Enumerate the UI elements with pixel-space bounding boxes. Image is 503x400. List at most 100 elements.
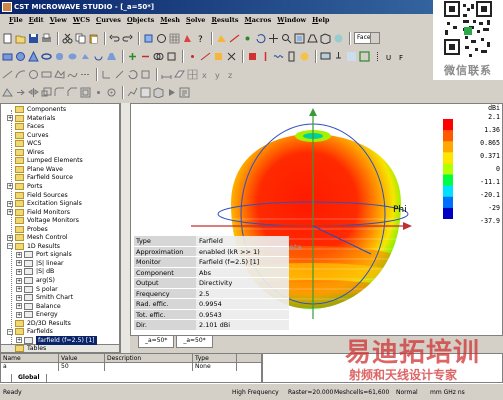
measure-icon[interactable] (161, 69, 172, 80)
clear-picks-icon[interactable] (226, 51, 237, 62)
curve-polygon-icon[interactable] (54, 69, 65, 80)
wcs-move-icon[interactable] (114, 69, 125, 80)
rotate-shape-icon[interactable] (93, 51, 104, 62)
solver-icon[interactable] (182, 33, 193, 44)
menu-objects[interactable]: Objects (124, 14, 157, 27)
save-icon[interactable] (28, 33, 39, 44)
pick-face-icon[interactable] (213, 51, 224, 62)
wireframe-icon[interactable] (320, 32, 331, 45)
shell-icon[interactable] (80, 87, 91, 98)
pick-mid-icon[interactable] (93, 87, 104, 98)
plot-properties-icon[interactable] (179, 87, 190, 98)
units-icon[interactable]: U (385, 51, 396, 62)
torus-icon[interactable] (41, 51, 52, 62)
param-description[interactable] (105, 363, 193, 371)
menu-wcs[interactable]: WCS (70, 14, 93, 27)
tree-vscrollbar[interactable] (120, 103, 130, 353)
expand-icon[interactable]: + (7, 234, 13, 241)
expand-icon[interactable]: + (16, 294, 22, 301)
expand-icon[interactable]: + (7, 183, 13, 190)
select-face-icon[interactable] (216, 33, 227, 44)
frequency-icon[interactable]: F (398, 51, 409, 62)
history-icon[interactable] (156, 33, 167, 44)
curve-arc-icon[interactable] (15, 69, 26, 80)
open-folder-icon[interactable] (15, 33, 26, 44)
expand-icon[interactable]: + (16, 277, 22, 284)
view-y-icon[interactable]: y (213, 69, 224, 80)
fit-view-icon[interactable] (294, 33, 305, 44)
local-mesh-icon[interactable] (187, 69, 198, 80)
menu-macros[interactable]: Macros (242, 14, 275, 27)
port-icon[interactable] (247, 51, 258, 62)
curve-trace-icon[interactable] (80, 69, 91, 80)
undo-icon[interactable] (109, 33, 120, 44)
lumped-element-icon[interactable] (286, 51, 297, 62)
expand-icon[interactable]: + (7, 209, 13, 216)
help-icon[interactable]: ? (195, 33, 206, 45)
redo-icon[interactable] (122, 33, 133, 44)
plane-wave-icon[interactable] (273, 51, 284, 62)
select-edge-icon[interactable] (229, 33, 240, 44)
boolean-insert-icon[interactable] (166, 51, 177, 62)
col-value[interactable]: Value (59, 354, 105, 362)
pick-edge-icon[interactable] (200, 51, 211, 62)
elliptic-cylinder-icon[interactable] (67, 51, 78, 62)
loft-icon[interactable] (106, 51, 117, 62)
expand-icon[interactable]: + (16, 251, 22, 258)
expand-icon[interactable]: + (16, 311, 22, 318)
wcs-align-icon[interactable] (101, 69, 112, 80)
boolean-subtract-icon[interactable] (140, 51, 151, 62)
boundary-icon[interactable] (359, 50, 370, 62)
menu-results[interactable]: Results (208, 14, 241, 27)
expand-icon[interactable]: + (16, 260, 22, 267)
wcs-toggle-icon[interactable] (140, 69, 151, 80)
plot-1d-icon[interactable] (127, 87, 138, 98)
curve-rect-icon[interactable] (41, 69, 52, 80)
pick-point-icon[interactable] (187, 51, 198, 62)
extrude-icon[interactable] (80, 51, 91, 62)
menu-solve[interactable]: Solve (183, 14, 208, 27)
menu-curves[interactable]: Curves (93, 14, 124, 27)
curve-line-icon[interactable] (2, 69, 13, 80)
tree-item[interactable]: Tables (7, 344, 46, 352)
animate-icon[interactable] (166, 87, 177, 98)
collapse-icon[interactable]: − (7, 328, 13, 335)
curve-circle-icon[interactable] (28, 69, 39, 80)
wcs-rotate-icon[interactable] (127, 69, 138, 80)
cutplane-icon[interactable] (174, 69, 185, 80)
expand-icon[interactable]: + (7, 115, 13, 122)
view-tab-1[interactable]: _a=50* (138, 336, 175, 348)
cylinder-icon[interactable] (54, 51, 65, 62)
chamfer-icon[interactable] (67, 87, 78, 98)
col-name[interactable]: Name (1, 354, 59, 362)
monitor-icon[interactable] (320, 51, 331, 62)
param-type[interactable]: None (193, 363, 237, 371)
perspective-icon[interactable] (307, 33, 318, 44)
mirror-icon[interactable] (28, 87, 39, 98)
paste-icon[interactable] (88, 33, 99, 44)
menu-file[interactable]: File (6, 14, 26, 27)
blend-icon[interactable] (54, 87, 65, 98)
menu-window[interactable]: Window (274, 14, 309, 27)
curve-spline-icon[interactable] (67, 69, 78, 80)
plot-3d-icon[interactable] (153, 86, 164, 99)
expand-icon[interactable]: + (16, 268, 22, 275)
collapse-icon[interactable]: − (7, 243, 13, 250)
brick-icon[interactable] (2, 51, 13, 62)
expand-icon[interactable]: + (16, 337, 22, 344)
cut-icon[interactable] (62, 33, 73, 44)
new-file-icon[interactable] (2, 33, 13, 44)
scale-icon[interactable] (41, 87, 52, 98)
prism-icon[interactable] (2, 87, 13, 98)
background-icon[interactable] (346, 51, 357, 62)
probe-icon[interactable] (333, 51, 344, 62)
pan-icon[interactable] (268, 33, 279, 44)
mesh-icon[interactable] (169, 33, 180, 44)
copy-icon[interactable] (75, 33, 86, 44)
zoom-icon[interactable] (281, 33, 292, 44)
expand-icon[interactable]: + (7, 200, 13, 207)
select-point-icon[interactable] (242, 33, 253, 44)
pick-center-icon[interactable] (106, 87, 117, 98)
menu-help[interactable]: Help (309, 14, 332, 27)
expand-icon[interactable]: + (16, 303, 22, 310)
